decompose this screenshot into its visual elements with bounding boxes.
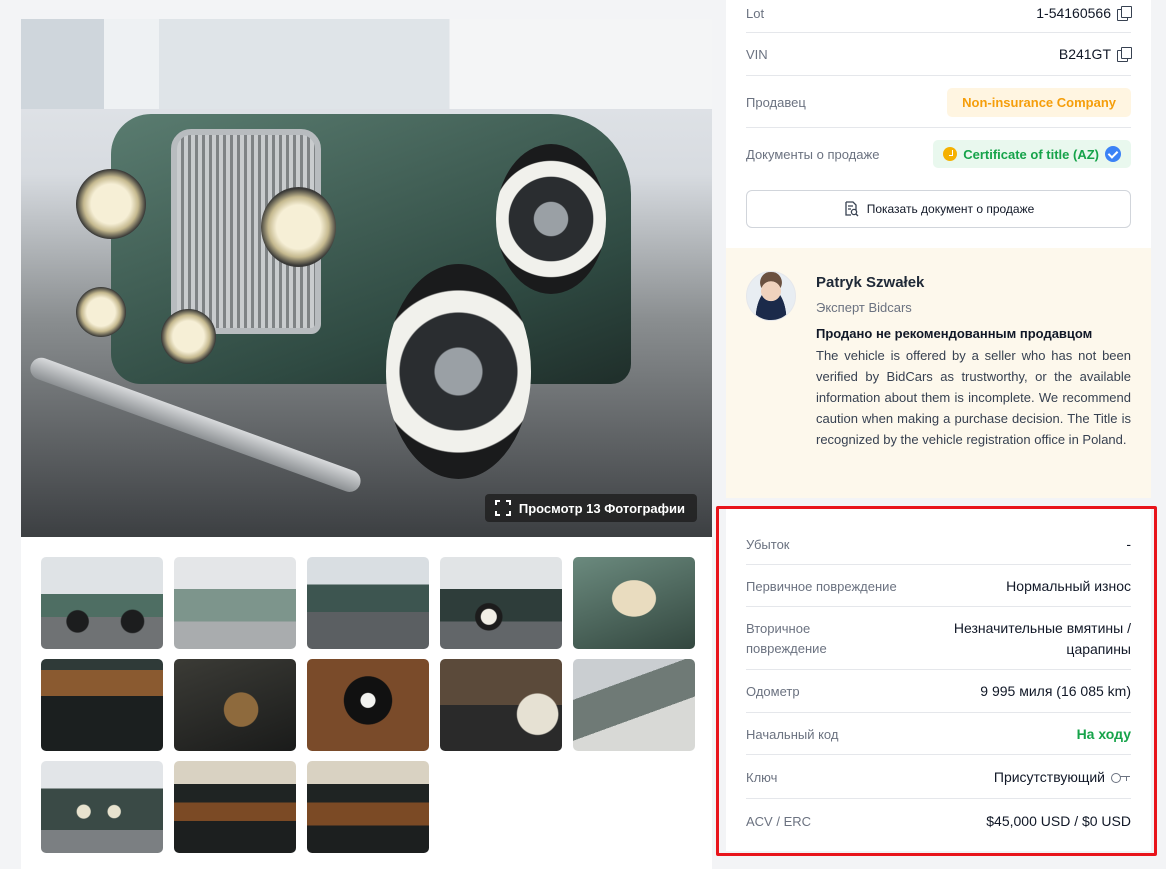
key-label: Ключ bbox=[746, 769, 778, 785]
sale-docs-badge: Certificate of title (AZ) bbox=[933, 140, 1131, 168]
copy-icon[interactable] bbox=[1117, 47, 1132, 62]
secondary-damage-label: Вторичное повреждение bbox=[746, 619, 827, 659]
thumbnail-grid bbox=[41, 557, 701, 853]
wheel-front bbox=[386, 264, 531, 479]
vin-number: B241GT bbox=[1058, 46, 1111, 62]
sale-docs-label: Документы о продаже bbox=[746, 146, 880, 162]
key-value-text: Присутствующий bbox=[993, 769, 1105, 785]
thumbnail[interactable] bbox=[41, 557, 163, 649]
vin-row: VIN B241GT bbox=[746, 43, 1132, 65]
thumbnail[interactable] bbox=[573, 659, 695, 751]
odometer-row: Одометр 9 995 миля (16 085 km) bbox=[746, 681, 1131, 701]
primary-damage-label: Первичное повреждение bbox=[746, 578, 897, 594]
expand-icon bbox=[494, 500, 511, 516]
divider bbox=[746, 712, 1131, 713]
thumbnail[interactable] bbox=[307, 761, 429, 853]
start-code-label: Начальный код bbox=[746, 726, 839, 742]
loss-label: Убыток bbox=[746, 536, 790, 552]
secondary-damage-value-line2: царапины bbox=[1066, 641, 1131, 657]
secondary-damage-row: Вторичное повреждение Незначительные вмя… bbox=[746, 618, 1131, 660]
divider bbox=[746, 798, 1131, 799]
loss-row: Убыток - bbox=[746, 534, 1131, 554]
thumbnail[interactable] bbox=[174, 761, 296, 853]
thumbnail[interactable] bbox=[174, 659, 296, 751]
expert-name: Patryk Szwałek bbox=[816, 274, 925, 291]
expert-note: Patryk Szwałek Эксперт Bidcars Продано н… bbox=[726, 248, 1151, 498]
main-photo[interactable]: Просмотр 13 Фотографии bbox=[21, 19, 712, 537]
thumbnail[interactable] bbox=[41, 761, 163, 853]
primary-damage-value: Нормальный износ bbox=[1006, 578, 1131, 594]
expert-text: The vehicle is offered by a seller who h… bbox=[816, 348, 1131, 447]
acv-value: $45,000 USD / $0 USD bbox=[986, 813, 1131, 829]
avatar bbox=[746, 271, 796, 321]
start-code-row: Начальный код На ходу bbox=[746, 724, 1131, 744]
vin-label: VIN bbox=[746, 46, 768, 62]
view-photos-label: Просмотр 13 Фотографии bbox=[518, 500, 685, 516]
thumbnail[interactable] bbox=[440, 557, 562, 649]
thumbnail[interactable] bbox=[307, 659, 429, 751]
photo-gallery: Просмотр 13 Фотографии bbox=[21, 19, 712, 869]
key-value: Присутствующий bbox=[994, 769, 1131, 785]
secondary-damage-value-line1: Незначительные вмятины / bbox=[953, 620, 1131, 636]
headlamp-right bbox=[261, 187, 336, 267]
view-photos-button[interactable]: Просмотр 13 Фотографии bbox=[484, 494, 697, 522]
thumbnail[interactable] bbox=[440, 659, 562, 751]
thumbnail[interactable] bbox=[174, 557, 296, 649]
lot-row: Lot 1-54160566 bbox=[746, 2, 1132, 24]
odometer-label: Одометр bbox=[746, 683, 800, 699]
wheel-rear bbox=[496, 144, 606, 294]
vin-value: B241GT bbox=[1058, 46, 1132, 62]
divider bbox=[746, 669, 1131, 670]
divider bbox=[746, 127, 1131, 128]
secondary-damage-value: Незначительные вмятины / царапины bbox=[954, 618, 1131, 660]
key-icon bbox=[1111, 772, 1131, 783]
divider bbox=[746, 32, 1131, 33]
acv-label: ACV / ERC bbox=[746, 813, 812, 829]
sale-docs-value: Certificate of title (AZ) bbox=[963, 146, 1099, 162]
divider bbox=[746, 75, 1131, 76]
start-code-value: На ходу bbox=[1076, 726, 1131, 742]
secondary-damage-label-line1: Вторичное bbox=[746, 621, 811, 636]
sale-docs-row: Документы о продаже Certificate of title… bbox=[746, 138, 1131, 170]
loss-value: - bbox=[1126, 536, 1131, 552]
lot-label: Lot bbox=[746, 5, 765, 21]
thumbnail[interactable] bbox=[41, 659, 163, 751]
divider bbox=[746, 564, 1131, 565]
odometer-value: 9 995 миля (16 085 km) bbox=[980, 683, 1131, 699]
show-sale-document-label: Показать документ о продаже bbox=[866, 202, 1035, 216]
expert-heading: Продано не рекомендованным продавцом bbox=[816, 326, 1093, 341]
vehicle-details: Убыток - Первичное повреждение Нормальны… bbox=[726, 506, 1151, 851]
copy-icon[interactable] bbox=[1117, 6, 1132, 21]
check-circle-icon bbox=[943, 147, 958, 161]
fog-lamp-right bbox=[161, 309, 216, 364]
secondary-damage-label-line2: повреждение bbox=[746, 641, 827, 656]
show-sale-document-button[interactable]: Показать документ о продаже bbox=[746, 190, 1131, 228]
seller-badge: Non-insurance Company bbox=[947, 87, 1131, 117]
seller-row: Продавец Non-insurance Company bbox=[746, 86, 1131, 118]
showroom-background bbox=[21, 19, 712, 109]
divider bbox=[746, 754, 1131, 755]
divider bbox=[746, 606, 1131, 607]
lot-value: 1-54160566 bbox=[1036, 5, 1132, 21]
seller-label: Продавец bbox=[746, 94, 806, 110]
expert-role: Эксперт Bidcars bbox=[816, 300, 912, 315]
document-search-icon bbox=[845, 201, 859, 217]
verified-icon bbox=[1105, 146, 1121, 162]
lot-number: 1-54160566 bbox=[1036, 5, 1111, 21]
key-row: Ключ Присутствующий bbox=[746, 767, 1131, 787]
primary-damage-row: Первичное повреждение Нормальный износ bbox=[746, 576, 1131, 596]
fog-lamp-left bbox=[76, 287, 126, 337]
thumbnail[interactable] bbox=[573, 557, 695, 649]
lot-info-panel: Lot 1-54160566 VIN B241GT Продавец Non-i… bbox=[726, 0, 1151, 248]
headlamp-left bbox=[76, 169, 146, 239]
thumbnail[interactable] bbox=[307, 557, 429, 649]
acv-row: ACV / ERC $45,000 USD / $0 USD bbox=[746, 811, 1131, 831]
